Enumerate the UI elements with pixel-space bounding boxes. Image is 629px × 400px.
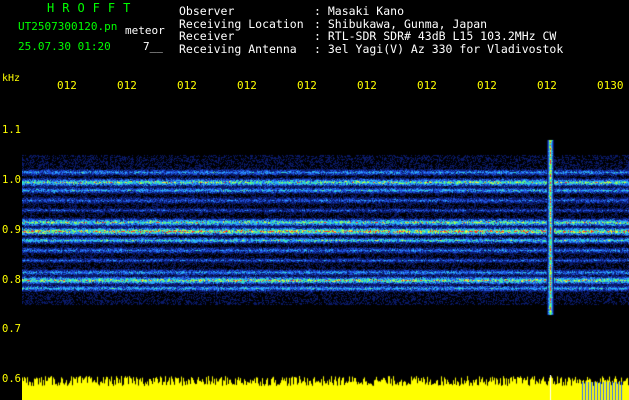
event-type: meteor [125,24,165,37]
x-tick-label: 012 [537,79,557,92]
info-labels: Observer Receiving Location Receiver Rec… [179,5,304,55]
info-label-observer: Observer [179,4,235,18]
y-tick-label: 1.1 [2,124,21,136]
x-tick-label: 0130 [597,79,624,92]
file-name: UT2507300120.pn [18,20,118,33]
amplitude-strip [22,375,629,400]
x-tick-label: 012 [357,79,377,92]
x-tick-label: 012 [237,79,257,92]
y-tick-label: 0.7 [2,323,21,335]
x-axis-ticks: 012 012 012 012 012 012 012 012 012 0130 [0,80,629,94]
x-tick-label: 012 [57,79,77,92]
y-tick-label: 0.9 [2,224,21,236]
hrofft-window: HROFFT UT2507300120.pn meteor 25.07.30 0… [0,0,629,400]
x-tick-label: 012 [477,79,497,92]
y-tick-label: 0.6 [2,373,21,385]
x-tick-label: 012 [177,79,197,92]
app-title: HROFFT [47,1,139,15]
info-value-observer: : Masaki Kano [314,4,405,18]
info-label-receiver: Receiver [179,29,235,43]
observation-code: 7__ [143,40,163,53]
x-tick-label: 012 [417,79,437,92]
y-tick-label: 0.8 [2,274,21,286]
observation-datetime: 25.07.30 01:20 [18,40,111,53]
info-value-antenna: : 3el Yagi(V) Az 330 for Vladivostok [314,41,564,56]
info-values: : Masaki Kano : Shibukawa, Gunma, Japan … [314,5,563,55]
x-tick-label: 012 [117,79,137,92]
info-value-receiver: : RTL-SDR SDR# 43dB L15 103.2MHz CW [314,29,557,43]
info-label-antenna: Receiving Antenna [179,41,297,56]
y-tick-label: 1.0 [2,174,21,186]
y-axis-ticks: 1.1 1.0 0.9 0.8 0.7 0.6 [0,0,22,400]
x-tick-label: 012 [297,79,317,92]
spectrogram-display [22,100,629,375]
